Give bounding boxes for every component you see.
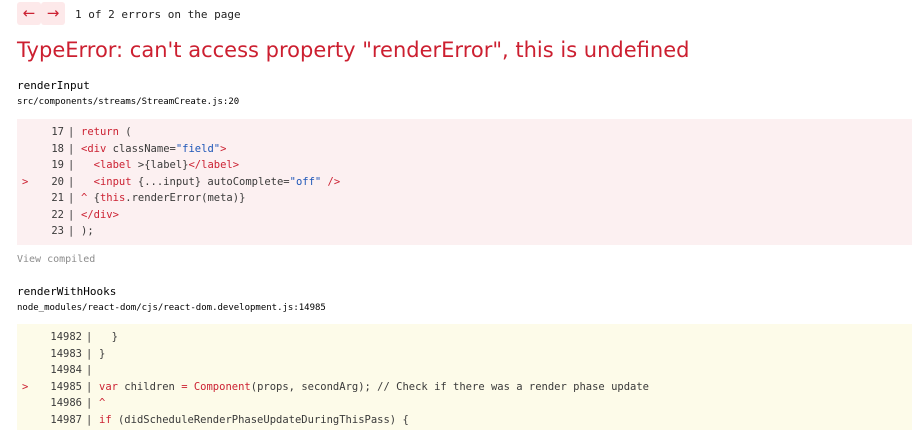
- code-token: <label: [81, 159, 138, 171]
- line-code: ^: [99, 395, 105, 411]
- code-token: </label>: [188, 159, 240, 171]
- stack-frame-file-path[interactable]: src/components/streams/StreamCreate.js:2…: [17, 96, 239, 108]
- code-line: 14987 | if (didScheduleRenderPhaseUpdateDu…: [17, 412, 912, 428]
- code-token: "field": [175, 142, 221, 155]
- gutter-separator: |: [68, 192, 75, 204]
- stack-frame-file-path[interactable]: node_modules/react-dom/cjs/react-dom.dev…: [17, 302, 326, 314]
- code-token: }: [99, 347, 106, 360]
- line-number: 19: [51, 159, 64, 171]
- code-token: <input: [81, 175, 132, 188]
- gutter-separator: |: [68, 126, 75, 138]
- error-count-text: 1 of 2 errors on the page: [75, 8, 241, 21]
- gutter-separator: |: [68, 175, 75, 188]
- code-token: </div>: [81, 208, 119, 221]
- previous-error-button[interactable]: ←: [17, 2, 41, 25]
- line-number: 18: [51, 142, 64, 155]
- line-code: return (: [81, 124, 132, 140]
- code-token: ^: [99, 397, 106, 409]
- code-line: >14985 | var children = Component(props, s…: [17, 379, 912, 395]
- line-code: );: [81, 223, 94, 239]
- error-title: TypeError: can't access property "render…: [17, 38, 690, 62]
- gutter-separator: |: [86, 413, 93, 426]
- code-token: (: [118, 126, 132, 138]
- code-token: if: [99, 413, 112, 426]
- code-line: 19 | <label >{label}</label>: [17, 157, 912, 173]
- gutter-separator: |: [86, 364, 93, 376]
- code-snippet-app: 17 | return (18 | <div className="field"> 19 |…: [17, 119, 912, 245]
- line-number: 14986: [50, 397, 82, 409]
- line-number: 14983: [50, 347, 82, 360]
- gutter-separator: |: [86, 347, 93, 360]
- line-number: 21: [51, 192, 64, 204]
- line-number: 14982: [50, 331, 82, 343]
- code-token: );: [81, 225, 94, 237]
- code-line: 22 | </div>: [17, 207, 912, 223]
- line-number: 23: [51, 225, 64, 237]
- code-token: var: [99, 380, 118, 393]
- code-line: 14983 |}: [17, 346, 912, 362]
- code-token: >: [220, 142, 227, 155]
- line-code: }: [99, 329, 118, 345]
- code-token: return: [81, 126, 119, 138]
- code-token: (props, secondArg); // Check if there wa…: [250, 380, 650, 393]
- code-token: {...input} autoComplete=: [131, 175, 290, 188]
- code-token: ^: [81, 192, 94, 204]
- line-code: if (didScheduleRenderPhaseUpdateDuringTh…: [99, 412, 409, 428]
- stack-frame-function-name: renderWithHooks: [17, 285, 117, 298]
- line-code: ^ {this.renderError(meta)}: [81, 190, 245, 206]
- code-token: className=: [106, 142, 176, 155]
- code-token: "off": [289, 175, 322, 188]
- view-compiled-link[interactable]: View compiled: [17, 253, 95, 267]
- code-token: }: [99, 331, 118, 343]
- code-line: 14982 | }: [17, 329, 912, 345]
- code-token: Component: [193, 380, 251, 393]
- code-token: >{label}: [137, 159, 189, 171]
- highlighted-line-marker: >: [22, 380, 29, 393]
- line-code: <input {...input} autoComplete="off" />: [81, 174, 341, 190]
- code-token: .renderError(meta)}: [125, 192, 246, 204]
- code-line: 23 |);: [17, 223, 912, 239]
- code-line: 14984 |: [17, 362, 912, 378]
- code-line: 21 | ^ {this.renderError(meta)}: [17, 190, 912, 206]
- code-line: 18 | <div className="field">: [17, 141, 912, 157]
- code-token: />: [321, 175, 341, 188]
- line-code: </div>: [81, 207, 119, 223]
- code-line: 14986 | ^: [17, 395, 912, 411]
- line-number: 14985: [50, 380, 82, 393]
- line-number: 14984: [50, 364, 82, 376]
- line-number: 17: [51, 126, 64, 138]
- gutter-separator: |: [68, 225, 75, 237]
- code-token: children: [117, 380, 182, 393]
- line-number: 14987: [50, 413, 82, 426]
- code-line: >20 | <input {...input} autoComplete="off…: [17, 174, 912, 190]
- stack-frame-function-name: renderInput: [17, 79, 90, 92]
- line-number: 20: [51, 175, 64, 188]
- highlighted-line-marker: >: [22, 175, 29, 188]
- code-token: this: [99, 192, 126, 204]
- gutter-separator: |: [86, 397, 93, 409]
- line-code: var children = Component(props, secondAr…: [99, 379, 649, 395]
- code-token: (didScheduleRenderPhaseUpdateDuringThisP…: [111, 413, 409, 426]
- line-number: 22: [51, 208, 64, 221]
- code-token: <div: [81, 142, 107, 155]
- line-code: <div className="field">: [81, 141, 226, 157]
- gutter-separator: |: [68, 142, 75, 155]
- gutter-separator: |: [86, 331, 93, 343]
- line-code: <label >{label}</label>: [81, 157, 239, 173]
- code-snippet-library: 14982 | } 14983 |} 14984 | >14985 | var children…: [17, 324, 912, 430]
- gutter-separator: |: [68, 208, 75, 221]
- line-code: }: [99, 346, 105, 362]
- next-error-button[interactable]: →: [41, 2, 65, 25]
- gutter-separator: |: [68, 159, 75, 171]
- gutter-separator: |: [86, 380, 93, 393]
- code-line: 17 | return (: [17, 124, 912, 140]
